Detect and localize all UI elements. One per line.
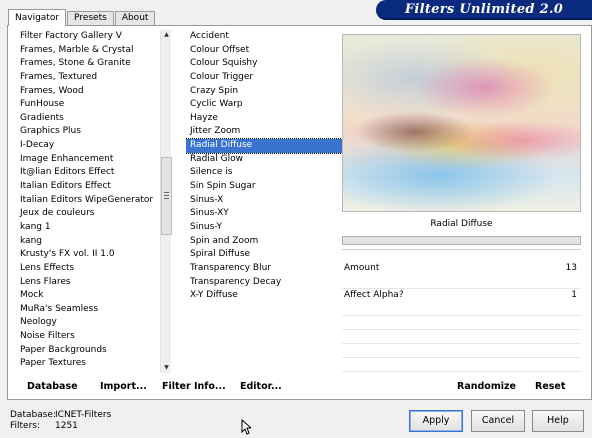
filter-list-item[interactable]: Radial Glow	[186, 153, 342, 167]
randomize-button[interactable]: Randomize	[457, 381, 516, 392]
database-value: ICNET-Filters	[55, 410, 112, 420]
category-list-item[interactable]: Noise Filters	[16, 330, 166, 344]
reset-button[interactable]: Reset	[535, 381, 565, 392]
filter-list-item[interactable]: Colour Trigger	[186, 71, 342, 85]
title-banner: Filters Unlimited 2.0	[376, 0, 592, 20]
category-list-item[interactable]: Frames, Marble & Crystal	[16, 44, 166, 58]
banner-title: Filters Unlimited 2.0	[404, 1, 564, 17]
category-list-item[interactable]: Frames, Wood	[16, 85, 166, 99]
selected-filter-name: Radial Diffuse	[430, 219, 493, 229]
category-list-item[interactable]: Frames, Stone & Granite	[16, 57, 166, 71]
tab-navigator[interactable]: Navigator	[8, 9, 67, 26]
scroll-down-arrow-icon[interactable]: ▼	[161, 363, 172, 373]
import-button[interactable]: Import...	[100, 381, 147, 392]
filter-list-item[interactable]: Cyclic Warp	[186, 98, 342, 112]
filter-list-item[interactable]: Sinus-XY	[186, 207, 342, 221]
category-list-item[interactable]: Frames, Textured	[16, 71, 166, 85]
status-info: Database: ICNET-Filters Filters: 1251	[10, 410, 111, 432]
filter-list-item[interactable]: X-Y Diffuse	[186, 289, 342, 303]
apply-button[interactable]: Apply	[409, 410, 463, 432]
cancel-button[interactable]: Cancel	[471, 410, 525, 432]
panel-bottom-bar: Database Import... Filter Info... Editor…	[8, 375, 591, 399]
filter-list-item[interactable]: Colour Offset	[186, 44, 342, 58]
category-scrollbar[interactable]: ▲ ▼	[160, 30, 172, 373]
param-value: 13	[565, 263, 577, 273]
database-label: Database:	[10, 410, 56, 420]
mouse-cursor-icon	[241, 419, 251, 435]
database-button[interactable]: Database	[27, 381, 78, 392]
filters-label: Filters:	[10, 421, 41, 431]
tab-presets[interactable]: Presets	[67, 11, 114, 26]
filter-list-item[interactable]: Accident	[186, 30, 342, 44]
category-list-item[interactable]: Italian Editors WipeGenerator	[16, 194, 166, 208]
param-label: Affect Alpha?	[344, 290, 404, 300]
filter-list-item[interactable]: Radial Diffuse	[186, 138, 342, 154]
category-list-item[interactable]: Paper Textures	[16, 357, 166, 371]
category-list-item[interactable]: Jeux de couleurs	[16, 207, 166, 221]
param-row-amount[interactable]: Amount 13	[342, 262, 581, 289]
filters-count: 1251	[55, 421, 78, 431]
category-list-item[interactable]: Italian Editors Effect	[16, 180, 166, 194]
filter-list-item[interactable]: Crazy Spin	[186, 85, 342, 99]
param-row-affect-alpha[interactable]: Affect Alpha? 1	[342, 289, 581, 316]
category-list-item[interactable]: Mock	[16, 289, 166, 303]
category-list-item[interactable]: Graphics Plus	[16, 125, 166, 139]
param-row-empty	[342, 344, 581, 358]
category-list[interactable]: Filter Factory Gallery V Frames, Marble &…	[16, 30, 166, 375]
divider	[342, 249, 581, 250]
filter-list-item[interactable]: Colour Squishy	[186, 57, 342, 71]
category-list-item[interactable]: MuRa's Seamless	[16, 303, 166, 317]
category-list-item[interactable]: Lens Flares	[16, 276, 166, 290]
filter-list-item[interactable]: Silence is	[186, 166, 342, 180]
filter-list-item[interactable]: Jitter Zoom	[186, 125, 342, 139]
category-list-item[interactable]: Paper Backgrounds	[16, 344, 166, 358]
preview-progress-bar	[342, 236, 581, 245]
tab-strip: Navigator Presets About	[8, 9, 156, 26]
param-row-empty	[342, 316, 581, 330]
category-list-item[interactable]: FunHouse	[16, 98, 166, 112]
filter-list[interactable]: Accident Colour Offset Colour Squishy Colou…	[186, 30, 342, 375]
tab-about[interactable]: About	[114, 11, 156, 26]
category-list-item[interactable]: Filter Factory Gallery V	[16, 30, 166, 44]
filter-list-item[interactable]: Sinus-Y	[186, 221, 342, 235]
filter-list-item[interactable]: Transparency Blur	[186, 262, 342, 276]
filter-list-item[interactable]: Hayze	[186, 112, 342, 126]
category-list-item[interactable]: kang	[16, 235, 166, 249]
category-list-item[interactable]: Krusty's FX vol. II 1.0	[16, 248, 166, 262]
category-list-item[interactable]: Neology	[16, 316, 166, 330]
filter-list-item[interactable]: Spin and Zoom	[186, 235, 342, 249]
param-value: 1	[571, 290, 577, 300]
param-label: Amount	[344, 263, 380, 273]
category-list-item[interactable]: It@lian Editors Effect	[16, 166, 166, 180]
filter-list-item[interactable]: Transparency Decay	[186, 276, 342, 290]
param-row-empty	[342, 358, 581, 372]
scroll-up-arrow-icon[interactable]: ▲	[161, 30, 172, 40]
grip-icon	[164, 192, 169, 199]
category-list-item[interactable]: Lens Effects	[16, 262, 166, 276]
category-list-item[interactable]: I-Decay	[16, 139, 166, 153]
category-list-item[interactable]: Gradients	[16, 112, 166, 126]
category-list-item[interactable]: Image Enhancement	[16, 153, 166, 167]
parameter-list: Amount 13 Affect Alpha? 1	[342, 262, 581, 372]
category-list-item[interactable]: kang 1	[16, 221, 166, 235]
param-row-empty	[342, 330, 581, 344]
filter-list-item[interactable]: Sin Spin Sugar	[186, 180, 342, 194]
filter-info-button[interactable]: Filter Info...	[162, 381, 226, 392]
filter-list-item[interactable]: Sinus-X	[186, 194, 342, 208]
scroll-thumb[interactable]	[161, 157, 172, 235]
editor-button[interactable]: Editor...	[240, 381, 282, 392]
navigator-panel: Filter Factory Gallery V Frames, Marble &…	[7, 25, 592, 400]
help-button[interactable]: Help	[532, 410, 584, 432]
filter-preview-image	[342, 34, 581, 212]
filter-list-item[interactable]: Spiral Diffuse	[186, 248, 342, 262]
